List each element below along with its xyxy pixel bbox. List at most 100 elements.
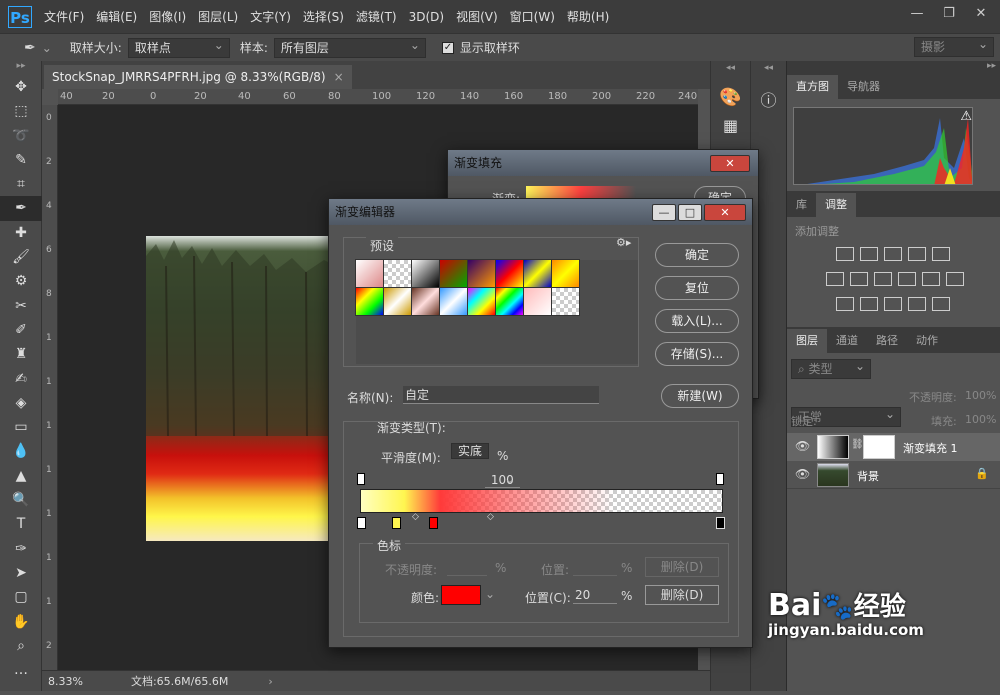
lookup-icon[interactable] <box>946 272 964 286</box>
preset-swatch[interactable] <box>551 287 580 316</box>
clone-stamp-tool-icon[interactable]: ⚙ <box>0 269 42 293</box>
gradient-bar[interactable] <box>360 489 723 513</box>
preset-swatch[interactable] <box>439 259 468 288</box>
collapse-icon[interactable]: ▸▸ <box>0 61 42 75</box>
menu-file[interactable]: 文件(F) <box>44 8 84 25</box>
eye-icon[interactable]: 👁 <box>795 467 810 481</box>
layer-row[interactable]: 👁 ⛓ 渐变填充 1 <box>787 433 1000 461</box>
type-tool-icon[interactable]: T <box>0 512 42 536</box>
preset-swatch[interactable] <box>383 287 412 316</box>
close-tab-icon[interactable]: × <box>334 70 344 84</box>
link-icon[interactable]: ⛓ <box>851 439 864 450</box>
preset-swatch[interactable] <box>467 287 496 316</box>
tab-adjustments[interactable]: 调整 <box>816 193 856 217</box>
preset-swatch[interactable] <box>355 259 384 288</box>
gradient-tool-icon[interactable]: ▭ <box>0 415 42 439</box>
preset-swatch[interactable] <box>495 287 524 316</box>
tab-channels[interactable]: 通道 <box>827 329 867 353</box>
type-select[interactable]: 实底 <box>451 443 490 459</box>
gear-icon[interactable]: ⚙▸ <box>616 236 631 249</box>
eyedropper-tool-icon[interactable]: ✒ <box>0 196 42 221</box>
preset-swatch[interactable] <box>383 259 412 288</box>
smudge-tool-icon[interactable]: ✍ <box>0 367 42 391</box>
midpoint-diamond[interactable]: ◇ <box>412 512 419 522</box>
sharpen-tool-icon[interactable]: ▲ <box>0 464 42 488</box>
info-icon[interactable]: ⓘ <box>751 87 786 111</box>
mixer-icon[interactable] <box>922 272 940 286</box>
color-stop[interactable] <box>357 517 366 529</box>
stop-position2-input[interactable]: 20 <box>573 586 617 604</box>
curves-icon[interactable] <box>884 247 902 261</box>
eye-icon[interactable]: 👁 <box>795 439 810 453</box>
load-button[interactable]: 载入(L)... <box>655 309 739 333</box>
maximize-icon[interactable]: □ <box>678 204 702 221</box>
eraser-tool-icon[interactable]: ✐ <box>0 318 42 342</box>
stop-color-swatch[interactable] <box>441 585 481 605</box>
ok-button[interactable]: 确定 <box>655 243 739 267</box>
tab-library[interactable]: 库 <box>787 193 816 217</box>
preset-swatch[interactable] <box>411 259 440 288</box>
layer-name[interactable]: 背景 <box>857 468 879 484</box>
blur-tool-icon[interactable]: 💧 <box>0 439 42 463</box>
hue-icon[interactable] <box>826 272 844 286</box>
menu-filter[interactable]: 滤镜(T) <box>356 8 397 25</box>
path-select-tool-icon[interactable]: ➤ <box>0 561 42 585</box>
menu-type[interactable]: 文字(Y) <box>250 8 291 25</box>
preset-swatch[interactable] <box>551 259 580 288</box>
zoom-tool-icon[interactable]: ⌕ <box>0 634 42 658</box>
smoothness-select[interactable]: 100 <box>484 473 520 488</box>
layer-row[interactable]: 👁 背景 🔒 <box>787 461 1000 489</box>
layer-kind-filter[interactable]: ⌕ 类型 <box>791 357 871 379</box>
menu-select[interactable]: 选择(S) <box>303 8 344 25</box>
workspace-select[interactable]: 摄影 <box>914 35 994 57</box>
eyedropper-icon[interactable]: ✒ <box>24 40 36 56</box>
menu-layer[interactable]: 图层(L) <box>198 8 238 25</box>
move-tool-icon[interactable]: ✥ <box>0 75 42 99</box>
marquee-tool-icon[interactable]: ⬚ <box>0 99 42 123</box>
menu-help[interactable]: 帮助(H) <box>567 8 609 25</box>
document-tab[interactable]: StockSnap_JMRRS4PFRH.jpg @ 8.33%(RGB/8) × <box>44 65 352 89</box>
stamp-tool-icon[interactable]: ♜ <box>0 342 42 366</box>
menu-3d[interactable]: 3D(D) <box>409 10 444 24</box>
minimize-icon[interactable]: — <box>904 4 930 24</box>
history-brush-tool-icon[interactable]: ✂ <box>0 294 42 318</box>
tab-actions[interactable]: 动作 <box>907 329 947 353</box>
selective-color-icon[interactable] <box>908 297 926 311</box>
opacity-value[interactable]: 100% <box>965 389 996 402</box>
opacity-stop[interactable] <box>357 473 365 485</box>
menu-image[interactable]: 图像(I) <box>149 8 186 25</box>
minimize-icon[interactable]: — <box>652 204 676 221</box>
reset-button[interactable]: 复位 <box>655 276 739 300</box>
tab-histogram[interactable]: 直方图 <box>787 75 838 99</box>
preset-swatch[interactable] <box>411 287 440 316</box>
tab-navigator[interactable]: 导航器 <box>838 75 889 99</box>
gradient-map-icon[interactable] <box>932 297 950 311</box>
crop-tool-icon[interactable]: ⌗ <box>0 172 42 196</box>
posterize-icon[interactable] <box>860 297 878 311</box>
brush-tool-icon[interactable]: 🖌 <box>0 245 42 269</box>
save-button[interactable]: 存储(S)... <box>655 342 739 366</box>
document-image[interactable] <box>146 236 336 541</box>
collapse-icon[interactable]: ◂◂ <box>711 63 750 73</box>
invert-icon[interactable] <box>836 297 854 311</box>
shape-tool-icon[interactable]: ▢ <box>0 585 42 609</box>
preset-swatch[interactable] <box>355 287 384 316</box>
vibrance-icon[interactable] <box>932 247 950 261</box>
chevron-down-icon[interactable]: ⌄ <box>42 41 52 55</box>
chevron-right-icon[interactable]: › <box>268 675 272 688</box>
preset-swatch[interactable] <box>495 259 524 288</box>
paint-bucket-tool-icon[interactable]: ◈ <box>0 391 42 415</box>
name-input[interactable]: 自定 <box>403 386 599 404</box>
restore-icon[interactable]: ❐ <box>936 4 962 24</box>
quick-select-tool-icon[interactable]: ✎ <box>0 148 42 172</box>
preset-swatch[interactable] <box>523 287 552 316</box>
color-stop[interactable] <box>392 517 401 529</box>
menu-edit[interactable]: 编辑(E) <box>96 8 137 25</box>
chevron-down-icon[interactable]: ⌄ <box>485 587 495 601</box>
exposure-icon[interactable] <box>908 247 926 261</box>
show-ring-checkbox[interactable]: ✓ <box>441 41 454 54</box>
pen-tool-icon[interactable]: ✑ <box>0 537 42 561</box>
grid-icon[interactable]: ▦ <box>711 116 750 135</box>
color-stop-selected[interactable] <box>429 517 438 529</box>
sample-select[interactable]: 所有图层 <box>273 36 426 58</box>
